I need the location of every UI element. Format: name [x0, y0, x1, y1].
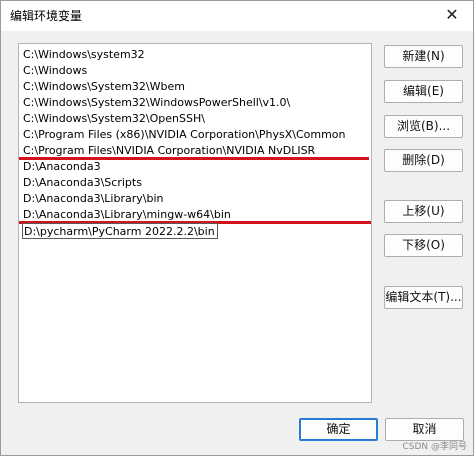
- list-item[interactable]: C:\Windows\system32: [22, 47, 147, 63]
- list-item[interactable]: C:\Program Files (x86)\NVIDIA Corporatio…: [22, 127, 347, 143]
- list-item[interactable]: C:\Windows\System32\Wbem: [22, 79, 187, 95]
- watermark: CSDN @李同号: [402, 442, 467, 452]
- browse-button[interactable]: 浏览(B)...: [384, 115, 463, 138]
- cancel-button[interactable]: 取消: [385, 418, 464, 441]
- list-item[interactable]: C:\Windows\System32\OpenSSH\: [22, 111, 207, 127]
- title-bar: 编辑环境变量 ✕: [1, 1, 473, 31]
- edit-env-var-dialog: 编辑环境变量 ✕ C:\Windows\system32 C:\Windows …: [0, 0, 474, 456]
- path-list[interactable]: C:\Windows\system32 C:\Windows C:\Window…: [18, 43, 372, 403]
- ok-button[interactable]: 确定: [299, 418, 378, 441]
- list-item[interactable]: C:\Windows: [22, 63, 89, 79]
- list-item[interactable]: D:\Anaconda3: [22, 159, 103, 175]
- edit-text-button[interactable]: 编辑文本(T)...: [384, 286, 463, 309]
- move-up-button[interactable]: 上移(U): [384, 200, 463, 223]
- new-button[interactable]: 新建(N): [384, 45, 463, 68]
- list-item[interactable]: C:\Windows\System32\WindowsPowerShell\v1…: [22, 95, 292, 111]
- list-item[interactable]: D:\Anaconda3\Scripts: [22, 175, 144, 191]
- list-item-editing[interactable]: D:\pycharm\PyCharm 2022.2.2\bin: [22, 223, 218, 239]
- list-item[interactable]: D:\Anaconda3\Library\bin: [22, 191, 165, 207]
- move-down-button[interactable]: 下移(O): [384, 234, 463, 257]
- dialog-title: 编辑环境变量: [10, 9, 83, 23]
- edit-button[interactable]: 编辑(E): [384, 80, 463, 103]
- close-icon[interactable]: ✕: [439, 3, 465, 27]
- delete-button[interactable]: 删除(D): [384, 149, 463, 172]
